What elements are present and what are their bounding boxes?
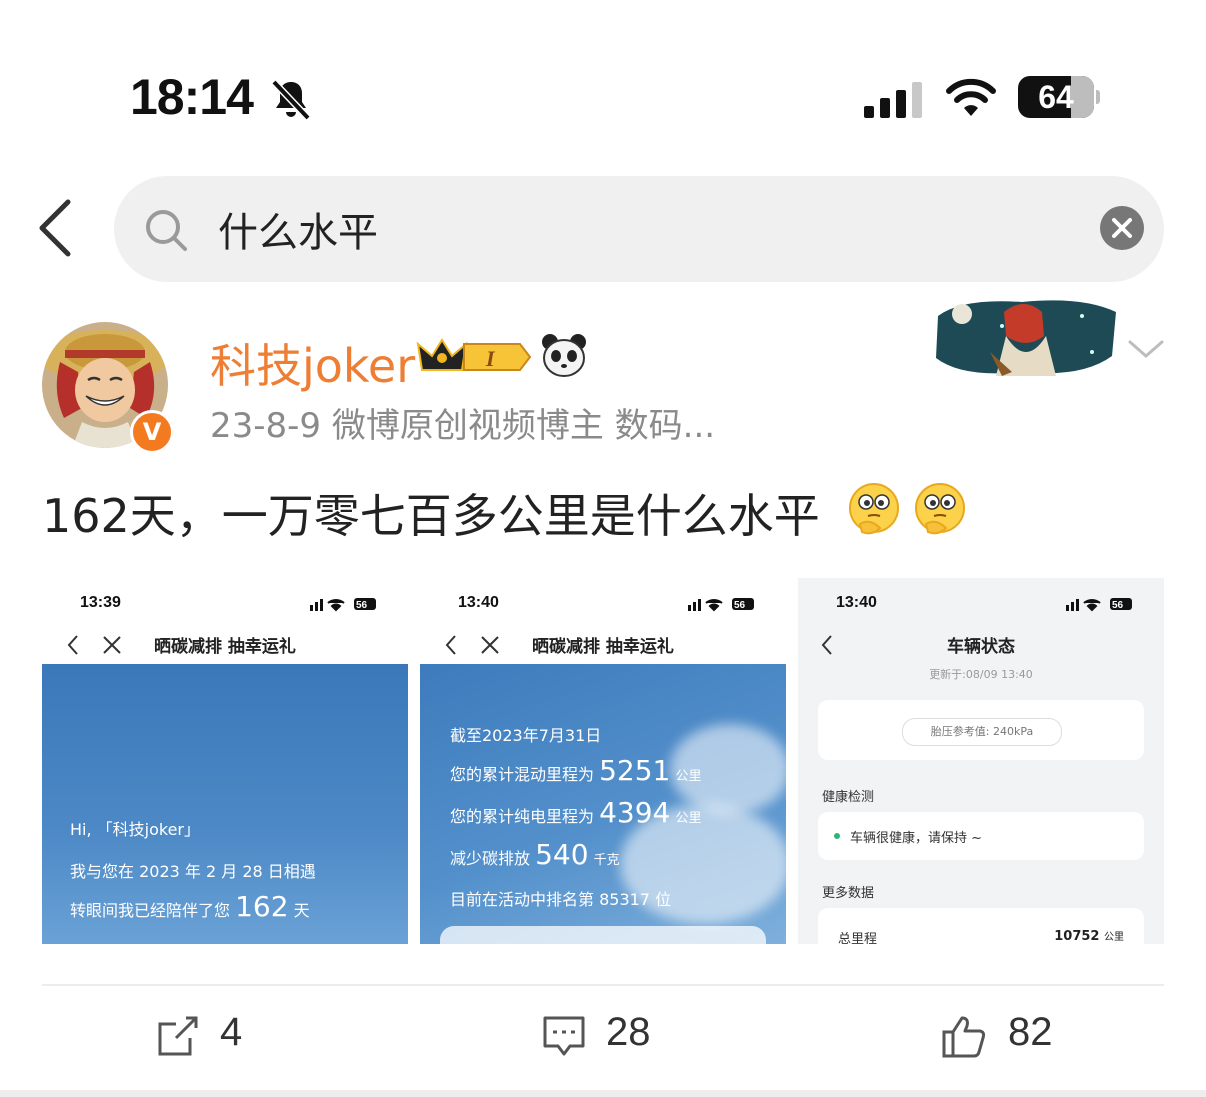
image-time: 13:40 <box>458 594 499 611</box>
days-prefix: 转眼间我已经陪伴了您 <box>70 901 231 920</box>
more-data-label: 更多数据 <box>822 886 875 901</box>
hybrid-unit: 公里 <box>675 769 702 784</box>
status-icons: 56 <box>1066 598 1132 612</box>
bell-muted-icon <box>271 79 311 121</box>
post-image-2[interactable]: 13:40 56 晒碳减排 抽幸运礼 截至2023年7月31日 您的累计混动里程… <box>420 578 786 944</box>
image-title: 晒碳减排 抽幸运礼 <box>154 637 296 657</box>
chevron-down-icon[interactable] <box>1126 336 1166 362</box>
ev-label: 您的累计纯电里程为 <box>450 807 595 826</box>
post-text: 162天，一万零七百多公里是什么水平 <box>42 489 820 543</box>
carbon-value: 540 <box>535 838 589 871</box>
ev-mileage-text: 您的累计纯电里程为 4394 公里 <box>450 796 701 829</box>
date-text: 截至2023年7月31日 <box>450 726 602 745</box>
like-thumbs-up-icon[interactable] <box>942 1014 986 1058</box>
tire-card: 胎压参考值: 240kPa <box>818 700 1144 760</box>
close-icon <box>481 636 499 654</box>
username[interactable]: 科技joker <box>210 330 415 396</box>
image-time: 13:39 <box>80 594 121 611</box>
image-battery: 56 <box>734 600 746 611</box>
days-unit: 天 <box>293 901 310 920</box>
image-title: 车辆状态 <box>947 637 1015 657</box>
verified-badge: V <box>130 410 174 454</box>
cellular-signal-icon <box>864 82 922 118</box>
health-card: 车辆很健康，请保持 ~ <box>818 812 1144 860</box>
thinking-emoji-icon <box>915 483 965 535</box>
odometer-label: 总里程 <box>838 932 878 944</box>
comment-count[interactable]: 28 <box>606 1010 651 1055</box>
wifi-icon <box>946 78 996 116</box>
back-arrow-icon[interactable] <box>36 196 76 260</box>
close-icon <box>103 636 121 654</box>
search-icon <box>146 210 187 251</box>
search-input[interactable]: 什么水平 <box>218 200 378 258</box>
decoration-card-image <box>936 300 1116 376</box>
odometer-value: 10752 公里 <box>1054 928 1124 944</box>
updated-time: 更新于:08/09 13:40 <box>929 668 1033 681</box>
post-meta: 23-8-9 微博原创视频博主 数码... <box>210 406 716 446</box>
vip-crown-badge-icon: I <box>416 338 532 371</box>
hybrid-label: 您的累计混动里程为 <box>450 765 595 784</box>
carbon-label: 减少碳排放 <box>450 849 531 868</box>
status-icons: 56 <box>310 598 376 612</box>
image-battery: 56 <box>356 600 368 611</box>
odometer-unit: 公里 <box>1104 932 1124 943</box>
divider <box>42 984 1164 986</box>
thinking-emoji-icon <box>849 483 899 535</box>
status-icons: 56 <box>688 598 754 612</box>
info-card <box>440 926 766 944</box>
image-time: 13:40 <box>836 594 877 611</box>
odometer-card: 总里程 10752 公里 <box>818 908 1144 944</box>
greeting-text: Hi, 「科技joker」 <box>70 820 201 839</box>
post-image-3[interactable]: 13:40 56 车辆状态 更新于:08/09 13:40 胎压参考值: 240… <box>798 578 1164 944</box>
tire-pressure: 胎压参考值: 240kPa <box>902 718 1062 746</box>
odometer-number: 10752 <box>1054 929 1100 944</box>
share-icon[interactable] <box>156 1014 200 1058</box>
comment-icon[interactable] <box>542 1014 586 1058</box>
post-image-1[interactable]: 13:39 56 晒碳减排 抽幸运礼 Hi, 「科技joker」 我与您在 20… <box>42 578 408 944</box>
back-arrow-icon <box>67 635 78 655</box>
clear-search-button[interactable] <box>1100 206 1144 250</box>
met-date-text: 我与您在 2023 年 2 月 28 日相遇 <box>70 862 316 881</box>
ev-unit: 公里 <box>675 811 702 826</box>
carbon-unit: 千克 <box>593 853 620 868</box>
days-text: 转眼间我已经陪伴了您 162 天 <box>70 890 310 923</box>
status-time: 18:14 <box>130 69 254 125</box>
like-count[interactable]: 82 <box>1008 1010 1053 1055</box>
days-value: 162 <box>235 890 289 923</box>
image-title: 晒碳减排 抽幸运礼 <box>532 637 674 657</box>
battery-level: 64 <box>1038 79 1074 115</box>
close-icon <box>1112 218 1132 238</box>
bottom-separator <box>0 1090 1206 1097</box>
hybrid-mileage-text: 您的累计混动里程为 5251 公里 <box>450 754 701 787</box>
vip-level-label: I <box>485 346 496 371</box>
ev-value: 4394 <box>599 796 671 829</box>
back-arrow-icon <box>445 635 456 655</box>
rank-text: 目前在活动中排名第 85317 位 <box>450 890 672 909</box>
health-status: 车辆很健康，请保持 ~ <box>850 831 983 846</box>
health-label: 健康检测 <box>822 790 875 805</box>
hybrid-value: 5251 <box>599 754 671 787</box>
carbon-text: 减少碳排放 540 千克 <box>450 838 620 871</box>
panda-icon <box>542 334 586 377</box>
share-count[interactable]: 4 <box>220 1010 242 1055</box>
health-dot <box>834 833 840 839</box>
image-battery: 56 <box>1112 600 1124 611</box>
battery-indicator: 64 <box>1018 76 1100 118</box>
